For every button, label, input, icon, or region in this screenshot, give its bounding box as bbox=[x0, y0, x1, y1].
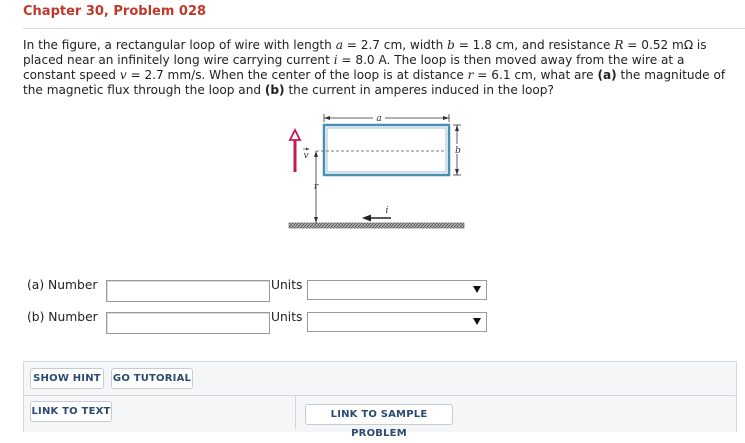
answer-a-units-label: Units bbox=[271, 278, 303, 292]
question-part: = 1.8 cm, and resistance bbox=[454, 38, 615, 52]
question-part: = 6.1 cm, what are bbox=[473, 68, 598, 82]
wire-loop bbox=[322, 123, 451, 177]
question-part: In the figure, a rectangular loop of wir… bbox=[23, 38, 336, 52]
velocity-arrowhead bbox=[288, 127, 302, 141]
link-to-sample-problem-button[interactable]: LINK TO SAMPLE PROBLEM bbox=[305, 404, 453, 439]
answer-a-label: (a) Number bbox=[27, 278, 98, 292]
question-part: = 2.7 mm/s. When the center of the loop … bbox=[126, 68, 468, 82]
dropdown-arrow-icon bbox=[473, 286, 481, 293]
panel-divider bbox=[23, 395, 735, 396]
label-r: r bbox=[314, 182, 319, 192]
answer-b-number-input[interactable] bbox=[106, 312, 270, 334]
dropdown-arrow-icon bbox=[473, 318, 481, 325]
part-a-marker: (a) bbox=[597, 68, 617, 82]
answer-b-units-label: Units bbox=[271, 310, 303, 324]
answer-a-units-select[interactable] bbox=[307, 280, 487, 300]
label-i: i bbox=[386, 206, 389, 216]
long-wire bbox=[288, 222, 465, 229]
answer-a-number-input[interactable] bbox=[106, 280, 270, 302]
question-part: the current in amperes induced in the lo… bbox=[284, 83, 554, 97]
link-to-text-button[interactable]: LINK TO TEXT bbox=[30, 401, 112, 422]
label-b: b bbox=[455, 146, 461, 156]
question-text: In the figure, a rectangular loop of wir… bbox=[23, 38, 738, 98]
part-b-marker: (b) bbox=[264, 83, 285, 97]
show-hint-button[interactable]: SHOW HINT bbox=[30, 368, 104, 389]
symbol-b: b bbox=[447, 38, 455, 52]
title-divider bbox=[23, 28, 745, 29]
panel-column-divider bbox=[295, 396, 296, 429]
question-part: = 2.7 cm, width bbox=[342, 38, 448, 52]
answer-b-label: (b) Number bbox=[27, 310, 98, 324]
label-v: v bbox=[303, 151, 308, 161]
answer-b-units-select[interactable] bbox=[307, 312, 487, 332]
problem-figure: a b r v i bbox=[288, 112, 465, 229]
symbol-v: v bbox=[119, 68, 127, 82]
label-a: a bbox=[376, 114, 381, 124]
problem-title: Chapter 30, Problem 028 bbox=[23, 4, 207, 19]
symbol-a: a bbox=[335, 38, 343, 52]
go-tutorial-button[interactable]: GO TUTORIAL bbox=[111, 368, 193, 389]
